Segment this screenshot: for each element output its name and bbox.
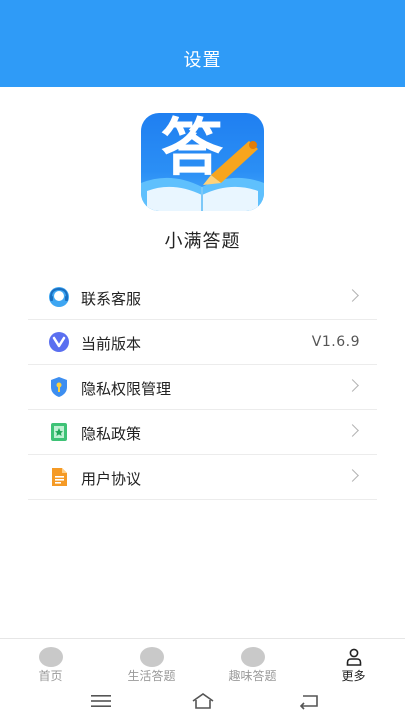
menu-item-label: 联系客服 [81, 290, 142, 308]
tab-label: 首页 [38, 669, 63, 683]
menu-item-customer-service[interactable]: 联系客服 [28, 275, 377, 320]
menu-item-label: 用户协议 [81, 470, 142, 488]
chevron-right-icon [346, 424, 359, 437]
tab-fun-quiz[interactable]: 趣味答题 [202, 639, 303, 685]
menu-item-privacy-policy[interactable]: 隐私政策 [28, 410, 377, 455]
system-navigation-bar [0, 684, 405, 720]
chevron-right-icon [346, 469, 359, 482]
menu-item-label: 隐私政策 [81, 425, 142, 443]
app-logo: 答 [141, 113, 264, 211]
header-bar: 设置 [0, 0, 405, 87]
life-quiz-tab-icon [139, 647, 164, 667]
menu-item-label: 隐私权限管理 [81, 380, 172, 398]
agreement-document-icon [48, 466, 70, 488]
menu-item-user-agreement[interactable]: 用户协议 [28, 455, 377, 500]
app-name: 小满答题 [164, 231, 241, 252]
home-tab-icon [38, 647, 63, 667]
tab-life-quiz[interactable]: 生活答题 [101, 639, 202, 685]
home-nav-icon[interactable] [191, 692, 215, 714]
fun-quiz-tab-icon [240, 647, 265, 667]
version-value: V1.6.9 [311, 334, 360, 350]
settings-menu: 联系客服 当前版本 V1.6.9 隐私权限管理 隐私政策 用户协议 [28, 275, 377, 500]
menu-item-version[interactable]: 当前版本 V1.6.9 [28, 320, 377, 365]
logo-character: 答 [161, 113, 224, 184]
menu-item-privacy-permissions[interactable]: 隐私权限管理 [28, 365, 377, 410]
chevron-right-icon [346, 379, 359, 392]
back-nav-icon[interactable] [298, 692, 320, 714]
version-icon [48, 331, 70, 353]
bottom-tab-bar: 首页 生活答题 趣味答题 更多 [0, 638, 405, 684]
page-title: 设置 [183, 50, 222, 71]
tab-more[interactable]: 更多 [303, 639, 404, 685]
menu-item-label: 当前版本 [81, 335, 142, 353]
tab-home[interactable]: 首页 [0, 639, 101, 685]
chevron-right-icon [346, 289, 359, 302]
tab-label: 趣味答题 [228, 669, 277, 683]
privacy-shield-icon [48, 376, 70, 398]
tab-label: 更多 [341, 669, 366, 683]
customer-service-icon [48, 286, 70, 308]
menu-nav-icon[interactable] [90, 692, 112, 714]
tab-label: 生活答题 [127, 669, 176, 683]
policy-bookmark-icon [48, 421, 70, 443]
